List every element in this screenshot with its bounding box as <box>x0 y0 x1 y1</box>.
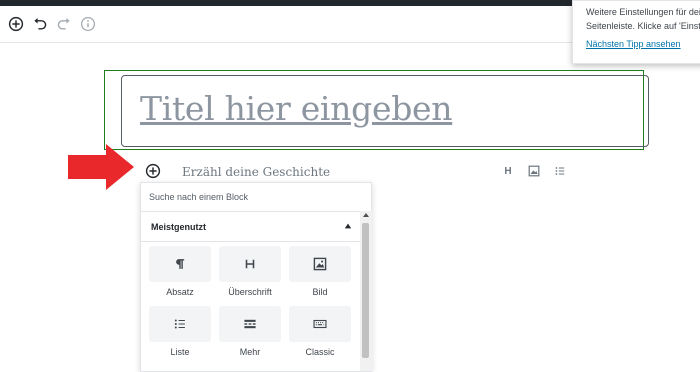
block-mehr[interactable]: Mehr <box>219 306 281 357</box>
block-label: Absatz <box>166 287 194 297</box>
next-tip-link[interactable]: Nächsten Tipp ansehen <box>586 39 681 49</box>
red-arrow-annotation <box>68 144 134 190</box>
more-icon <box>244 319 256 329</box>
block-inserter-popover: Meistgenutzt Absatz Überschrift Bild Lis… <box>140 182 372 372</box>
add-block-icon[interactable] <box>145 163 161 179</box>
undo-icon[interactable] <box>31 15 49 33</box>
block-classic[interactable]: Classic <box>289 306 351 357</box>
block-tile <box>289 246 351 282</box>
image-icon[interactable] <box>527 164 541 178</box>
heading-icon[interactable]: H <box>501 164 515 178</box>
paragraph-icon <box>176 259 185 269</box>
keyboard-icon <box>313 319 327 329</box>
block-bild[interactable]: Bild <box>289 246 351 297</box>
section-most-used[interactable]: Meistgenutzt <box>141 211 361 242</box>
block-label: Classic <box>305 347 335 357</box>
block-label: Mehr <box>239 347 261 357</box>
block-ueberschrift[interactable]: Überschrift <box>219 246 281 297</box>
block-liste[interactable]: Liste <box>149 306 211 357</box>
block-search-input[interactable] <box>149 190 349 204</box>
block-tile <box>219 306 281 342</box>
tip-text: Weitere Einstellungen für dein Seitenlei… <box>586 5 700 33</box>
scrollbar-thumb[interactable] <box>362 223 369 358</box>
paragraph-placeholder[interactable]: Erzähl deine Geschichte <box>182 165 330 179</box>
quick-heading-glyph: H <box>504 165 512 177</box>
list-icon[interactable] <box>553 164 567 178</box>
block-absatz[interactable]: Absatz <box>149 246 211 297</box>
caret-up-icon <box>344 223 352 229</box>
block-label: Bild <box>312 287 328 297</box>
image-icon <box>313 257 327 271</box>
block-label: Überschrift <box>228 287 272 297</box>
block-search <box>141 183 361 212</box>
list-icon <box>174 319 185 329</box>
block-tile <box>149 246 211 282</box>
redo-icon[interactable] <box>55 15 73 33</box>
block-tile <box>219 246 281 282</box>
block-tile <box>149 306 211 342</box>
section-label: Meistgenutzt <box>151 222 206 232</box>
tip-line-2: Seitenleiste. Klicke auf 'Einstell <box>586 21 700 31</box>
scroll-up-icon[interactable] <box>360 210 372 220</box>
info-icon[interactable] <box>79 15 97 33</box>
tip-line-1: Weitere Einstellungen für dein <box>586 7 700 17</box>
heading-icon <box>245 259 255 269</box>
block-tile <box>289 306 351 342</box>
block-label: Liste <box>170 347 190 357</box>
tip-popover: Weitere Einstellungen für dein Seitenlei… <box>572 0 700 64</box>
title-placeholder[interactable]: Titel hier eingeben <box>140 89 453 128</box>
inserter-scrollbar[interactable] <box>360 211 372 371</box>
add-block-icon[interactable] <box>7 15 25 33</box>
